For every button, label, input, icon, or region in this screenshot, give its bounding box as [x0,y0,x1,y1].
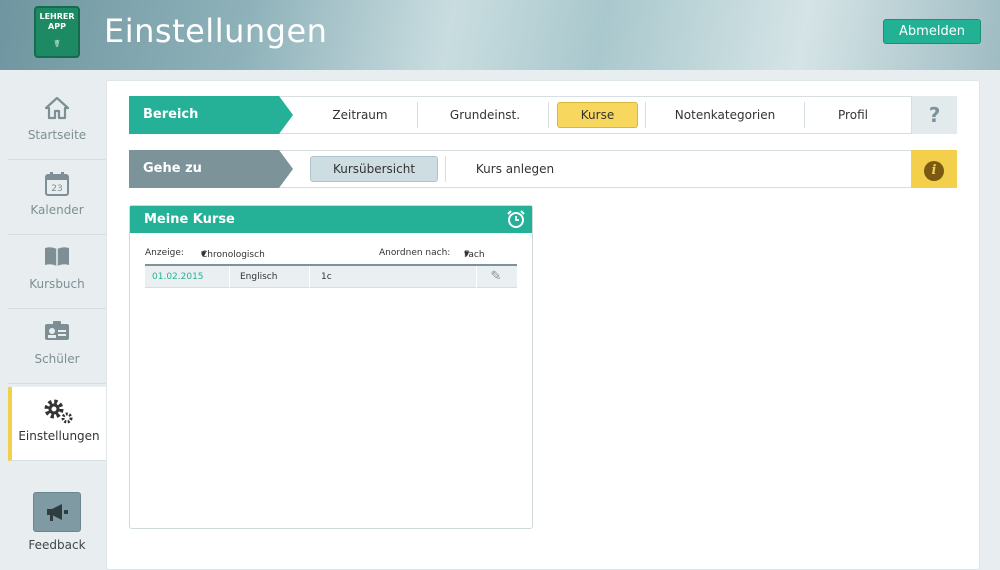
info-icon: i [924,161,944,181]
tab-zeitraum[interactable]: Zeitraum [310,97,410,133]
display-value: Chronologisch [201,250,265,260]
divider [645,102,646,128]
caret-down-icon: ▼ [201,250,207,258]
course-date: 01.02.2015 [152,272,204,282]
cell-divider [476,266,477,288]
divider [548,102,549,128]
tab-kursuebersicht[interactable]: Kursübersicht [310,156,438,182]
info-button[interactable]: i [911,150,957,188]
goto-bar: Gehe zu Kursübersicht Kurs anlegen i [129,150,957,188]
megaphone-icon[interactable] [33,492,81,532]
divider [804,102,805,128]
tab-kurs-anlegen[interactable]: Kurs anlegen [460,151,570,187]
sidebar: Startseite 23 Kalender Kursbuch Schüler … [8,70,106,570]
course-subject: Englisch [240,272,278,282]
my-courses-title: Meine Kurse [144,212,235,227]
display-label: Anzeige: [145,248,184,258]
svg-text:23: 23 [51,184,62,194]
id-card-icon [8,320,106,348]
sidebar-item-label: Einstellungen [18,429,100,443]
divider [417,102,418,128]
sidebar-item-label: Startseite [27,128,87,142]
main-panel: Bereich auswählen Zeitraum Grundeinst. K… [106,80,980,570]
home-icon [8,96,106,124]
course-class: 1c [321,272,332,282]
divider [445,156,446,182]
tab-grundeinst[interactable]: Grundeinst. [430,97,540,133]
sort-label: Anordnen nach: [379,248,451,258]
help-button[interactable]: ? [911,96,957,134]
my-courses-header: Meine Kurse [130,206,532,233]
calendar-icon: 23 [8,171,106,199]
sidebar-item-label: Schüler [34,352,80,366]
filter-row: Anzeige: Chronologisch ▼ Anordnen nach: … [145,246,517,264]
feedback-section: Feedback [8,482,106,570]
section-bar-arrow [279,96,293,134]
tab-kurse[interactable]: Kurse [557,102,638,128]
tab-notenkategorien[interactable]: Notenkategorien [655,97,795,133]
book-icon [8,245,106,273]
page-title: Einstellungen [104,12,328,50]
section-bar: Bereich auswählen Zeitraum Grundeinst. K… [129,96,957,160]
tab-profil[interactable]: Profil [814,97,892,133]
section-bar-label: Bereich auswählen [129,96,279,160]
logo-text: LEHRER APP [39,12,75,31]
pencil-icon[interactable]: ✎ [487,268,505,286]
table-row[interactable]: 01.02.2015 Englisch 1c ✎ [145,266,517,288]
sidebar-item-einstellungen[interactable]: Einstellungen [8,387,106,461]
sidebar-item-label: Kalender [30,203,84,217]
logo-mark-icon: ☤ [53,39,61,50]
gears-icon [12,397,106,425]
sidebar-item-label: Kursbuch [29,277,85,291]
goto-bar-label: Gehe zu [129,150,279,188]
cell-divider [309,266,310,288]
goto-bar-arrow [279,150,293,188]
my-courses-panel: Meine Kurse Anzeige: Chronologisch ▼ Ano… [129,205,533,529]
feedback-label: Feedback [28,538,86,552]
logout-button[interactable]: Abmelden [883,19,981,44]
caret-down-icon: ▼ [464,250,470,258]
sidebar-item-kalender[interactable]: 23 Kalender [8,161,106,235]
sidebar-item-schueler[interactable]: Schüler [8,310,106,384]
cell-divider [229,266,230,288]
app-header: LEHRER APP ☤ Einstellungen Abmelden [0,0,1000,70]
sidebar-item-startseite[interactable]: Startseite [8,86,106,160]
alarm-clock-icon[interactable] [506,209,526,229]
app-logo: LEHRER APP ☤ [34,6,80,58]
sidebar-item-kursbuch[interactable]: Kursbuch [8,235,106,309]
